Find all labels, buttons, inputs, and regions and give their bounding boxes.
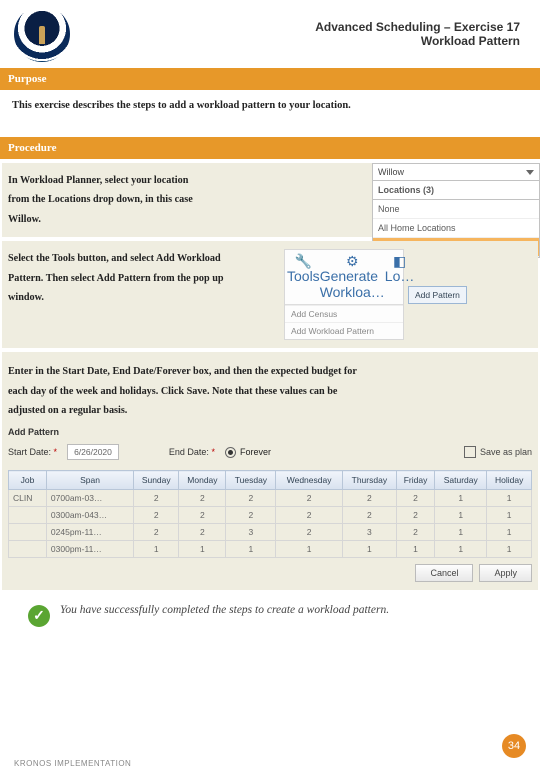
step3-line1: Enter in the Start Date, End Date/Foreve… — [8, 362, 532, 381]
cell-sat[interactable]: 1 — [435, 507, 487, 524]
dropdown-selected: Willow — [378, 167, 404, 177]
tools-menu[interactable]: 🔧Tools ⚙Generate Workloa… ◧Lo… Add Censu… — [284, 249, 404, 340]
step2-line3: window. — [8, 288, 278, 307]
success-text: You have successfully completed the step… — [60, 603, 389, 618]
cell-mon[interactable]: 2 — [179, 507, 226, 524]
cell-sat[interactable]: 1 — [435, 524, 487, 541]
cancel-button[interactable]: Cancel — [415, 564, 473, 582]
col-thu: Thursday — [342, 471, 396, 490]
cell-fri[interactable]: 2 — [396, 507, 434, 524]
col-span: Span — [46, 471, 133, 490]
cell-sun[interactable]: 2 — [134, 524, 179, 541]
save-as-plan-checkbox[interactable]: Save as plan — [464, 446, 532, 458]
cell-span[interactable]: 0245pm-11… — [46, 524, 133, 541]
col-job: Job — [9, 471, 47, 490]
cell-job[interactable] — [9, 524, 47, 541]
start-date-label: Start Date: * — [8, 447, 57, 457]
cell-wed[interactable]: 2 — [276, 490, 342, 507]
page-header: Advanced Scheduling – Exercise 17 Worklo… — [10, 0, 530, 68]
purpose-text: This exercise describes the steps to add… — [10, 90, 530, 137]
step3-line3: adjusted on a regular basis. — [8, 401, 532, 420]
step2-line2: Pattern. Then select Add Pattern from th… — [8, 269, 278, 288]
table-row: 0300am-043…22222211 — [9, 507, 532, 524]
cell-fri[interactable]: 2 — [396, 524, 434, 541]
cell-hol[interactable]: 1 — [487, 490, 532, 507]
cell-wed[interactable]: 2 — [276, 524, 342, 541]
cell-tue[interactable]: 1 — [226, 541, 276, 558]
footer-text: KRONOS IMPLEMENTATION — [14, 759, 131, 768]
cell-fri[interactable]: 2 — [396, 490, 434, 507]
cell-thu[interactable]: 1 — [342, 541, 396, 558]
cell-tue[interactable]: 2 — [226, 490, 276, 507]
success-row: ✓ You have successfully completed the st… — [10, 593, 530, 627]
col-tue: Tuesday — [226, 471, 276, 490]
step2-line1: Select the Tools button, and select Add … — [8, 249, 278, 268]
step2-block: Select the Tools button, and select Add … — [2, 241, 538, 348]
step3-block: Enter in the Start Date, End Date/Foreve… — [2, 352, 538, 590]
step1-line1: In Workload Planner, select your locatio… — [8, 171, 308, 190]
workload-table: Job Span Sunday Monday Tuesday Wednesday… — [8, 470, 532, 558]
col-hol: Holiday — [487, 471, 532, 490]
step3-line2: each day of the week and holidays. Click… — [8, 382, 532, 401]
cell-hol[interactable]: 1 — [487, 541, 532, 558]
section-purpose: Purpose — [0, 68, 540, 90]
doc-title-1: Advanced Scheduling – Exercise 17 — [70, 20, 520, 34]
end-date-label: End Date: * — [169, 447, 215, 457]
cell-thu[interactable]: 3 — [342, 524, 396, 541]
col-sun: Sunday — [134, 471, 179, 490]
col-wed: Wednesday — [276, 471, 342, 490]
col-mon: Monday — [179, 471, 226, 490]
cell-hol[interactable]: 1 — [487, 507, 532, 524]
cell-wed[interactable]: 1 — [276, 541, 342, 558]
cell-hol[interactable]: 1 — [487, 524, 532, 541]
cell-job[interactable]: CLIN — [9, 490, 47, 507]
apply-button[interactable]: Apply — [479, 564, 532, 582]
add-pattern-title: Add Pattern — [8, 424, 532, 440]
cell-span[interactable]: 0700am-03… — [46, 490, 133, 507]
connecticut-seal-logo — [14, 6, 70, 62]
col-fri: Friday — [396, 471, 434, 490]
dropdown-option-none[interactable]: None — [373, 200, 539, 219]
col-sat: Saturday — [435, 471, 487, 490]
section-procedure: Procedure — [0, 137, 540, 159]
cell-mon[interactable]: 2 — [179, 490, 226, 507]
cell-span[interactable]: 0300pm-11… — [46, 541, 133, 558]
step1-line2: from the Locations drop down, in this ca… — [8, 190, 308, 209]
cell-mon[interactable]: 2 — [179, 524, 226, 541]
cell-job[interactable] — [9, 507, 47, 524]
forever-radio[interactable]: Forever — [225, 447, 271, 458]
doc-title-2: Workload Pattern — [70, 34, 520, 48]
cell-mon[interactable]: 1 — [179, 541, 226, 558]
cell-sun[interactable]: 2 — [134, 507, 179, 524]
menu-add-census[interactable]: Add Census — [285, 305, 403, 322]
dropdown-header: Locations (3) — [373, 181, 539, 200]
check-icon: ✓ — [28, 605, 50, 627]
cell-tue[interactable]: 3 — [226, 524, 276, 541]
tools-icon[interactable]: 🔧Tools — [287, 254, 320, 300]
table-row: 0245pm-11…22323211 — [9, 524, 532, 541]
cell-sun[interactable]: 2 — [134, 490, 179, 507]
cell-thu[interactable]: 2 — [342, 507, 396, 524]
table-row: CLIN0700am-03…22222211 — [9, 490, 532, 507]
menu-add-workload-pattern[interactable]: Add Workload Pattern — [285, 322, 403, 339]
cell-fri[interactable]: 1 — [396, 541, 434, 558]
cell-wed[interactable]: 2 — [276, 507, 342, 524]
chevron-down-icon — [526, 170, 534, 175]
generate-workload-icon[interactable]: ⚙Generate Workloa… — [320, 254, 385, 300]
start-date-input[interactable]: 6/26/2020 — [67, 444, 119, 460]
page-number: 34 — [502, 734, 526, 758]
table-row: 0300pm-11…11111111 — [9, 541, 532, 558]
cell-sun[interactable]: 1 — [134, 541, 179, 558]
cell-sat[interactable]: 1 — [435, 541, 487, 558]
dropdown-option-all[interactable]: All Home Locations — [373, 219, 539, 238]
cell-tue[interactable]: 2 — [226, 507, 276, 524]
cell-job[interactable] — [9, 541, 47, 558]
step1-line3: Willow. — [8, 210, 308, 229]
cell-span[interactable]: 0300am-043… — [46, 507, 133, 524]
cell-thu[interactable]: 2 — [342, 490, 396, 507]
add-pattern-button[interactable]: Add Pattern — [408, 286, 467, 304]
cell-sat[interactable]: 1 — [435, 490, 487, 507]
step1-block: In Workload Planner, select your locatio… — [2, 163, 538, 237]
